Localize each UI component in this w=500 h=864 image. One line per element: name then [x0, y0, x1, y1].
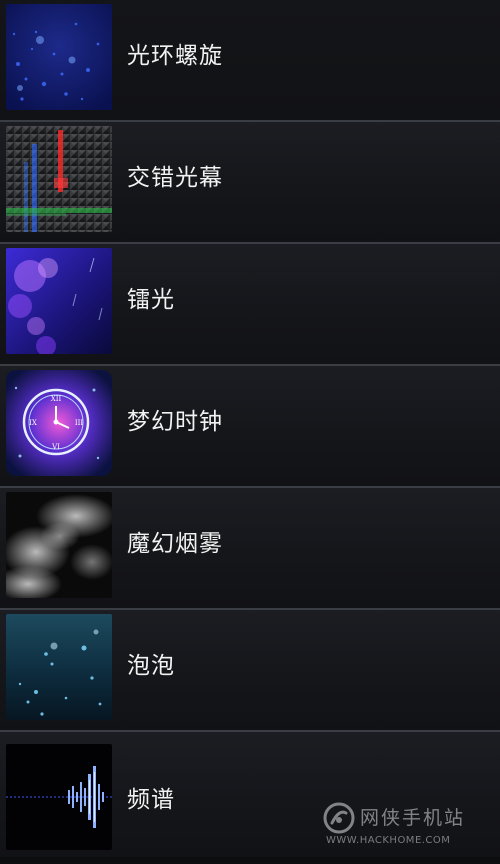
watermark-name: 网侠手机站 — [360, 807, 466, 829]
wallpaper-label: 魔幻烟雾 — [127, 531, 223, 557]
svg-text:III: III — [75, 419, 84, 427]
bubbles-thumbnail-icon — [6, 614, 112, 720]
wallpaper-label: 泡泡 — [127, 653, 175, 679]
list-item-dream-clock[interactable]: XII III VI IX 梦幻时钟 — [0, 366, 500, 488]
svg-text:VI: VI — [51, 443, 60, 451]
purple-bokeh-thumbnail-icon — [6, 248, 112, 354]
wallpaper-label: 交错光幕 — [127, 165, 223, 191]
watermark: 网侠手机站 WWW.HACKHOME.COM — [322, 799, 492, 853]
watermark-url: WWW.HACKHOME.COM — [326, 835, 451, 846]
list-item-light-curtain[interactable]: 交错光幕 — [0, 122, 500, 244]
list-item-halo-spiral[interactable]: 光环螺旋 — [0, 0, 500, 122]
smoke-thumbnail-icon — [6, 492, 112, 598]
list-item-bubbles[interactable]: 泡泡 — [0, 610, 500, 732]
wallpaper-label: 频谱 — [127, 787, 175, 813]
list-item-laser[interactable]: 镭光 — [0, 244, 500, 366]
dream-clock-thumbnail-icon: XII III VI IX — [6, 370, 112, 476]
hackhome-logo-icon — [322, 801, 356, 835]
wallpaper-label: 梦幻时钟 — [127, 409, 223, 435]
wallpaper-label: 镭光 — [127, 287, 175, 313]
svg-text:XII: XII — [51, 395, 62, 403]
svg-text:IX: IX — [29, 419, 37, 427]
light-grid-thumbnail-icon — [6, 126, 112, 232]
list-item-magic-smoke[interactable]: 魔幻烟雾 — [0, 488, 500, 610]
spectrum-thumbnail-icon — [6, 744, 112, 850]
live-wallpaper-list: 光环螺旋 交错光幕 镭光 XII III VI IX 梦幻时钟 魔幻烟雾 泡泡 … — [0, 0, 500, 857]
wallpaper-label: 光环螺旋 — [127, 43, 223, 69]
blue-particle-thumbnail-icon — [6, 4, 112, 110]
